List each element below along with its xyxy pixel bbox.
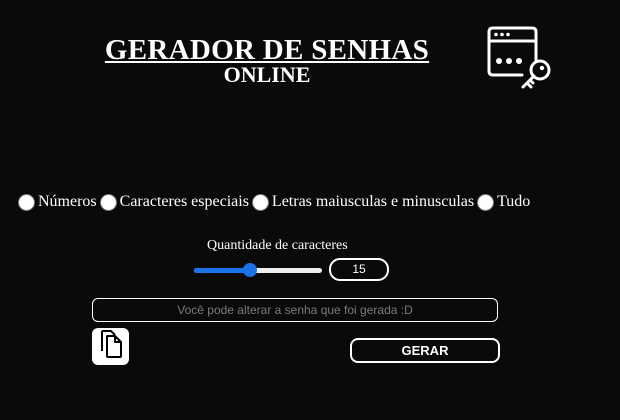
password-field[interactable]: Você pode alterar a senha que foi gerada… (92, 298, 498, 322)
length-label: Quantidade de caracteres (207, 238, 348, 253)
browser-window-key-icon (486, 25, 554, 89)
radio-caracteres-especiais[interactable] (99, 193, 117, 211)
length-slider[interactable] (194, 262, 322, 278)
page-title: GERADOR DE SENHAS ONLINE (90, 34, 444, 86)
slider-fill (194, 268, 251, 273)
option-letras[interactable]: Letras maiusculas e minusculas (251, 193, 475, 211)
copy-icon (98, 329, 124, 364)
copy-button[interactable] (92, 328, 129, 365)
option-caracteres-especiais[interactable]: Caracteres especiais (99, 193, 249, 211)
character-type-options: Números Caracteres especiais Letras maiu… (18, 193, 533, 211)
radio-tudo[interactable] (477, 193, 495, 211)
length-value: 15 (329, 258, 389, 281)
option-numeros-label: Números (38, 193, 97, 210)
radio-numeros[interactable] (18, 193, 35, 211)
slider-thumb[interactable] (243, 263, 258, 277)
title-subtitle: ONLINE (223, 62, 311, 87)
generate-button[interactable]: GERAR (350, 338, 500, 363)
radio-letras[interactable] (251, 193, 269, 211)
option-tudo-label: Tudo (497, 193, 531, 210)
password-placeholder: Você pode alterar a senha que foi gerada… (177, 303, 413, 317)
option-caracteres-especiais-label: Caracteres especiais (119, 193, 249, 210)
option-letras-label: Letras maiusculas e minusculas (271, 193, 475, 210)
option-numeros[interactable]: Números (18, 193, 97, 211)
option-tudo[interactable]: Tudo (477, 193, 530, 211)
